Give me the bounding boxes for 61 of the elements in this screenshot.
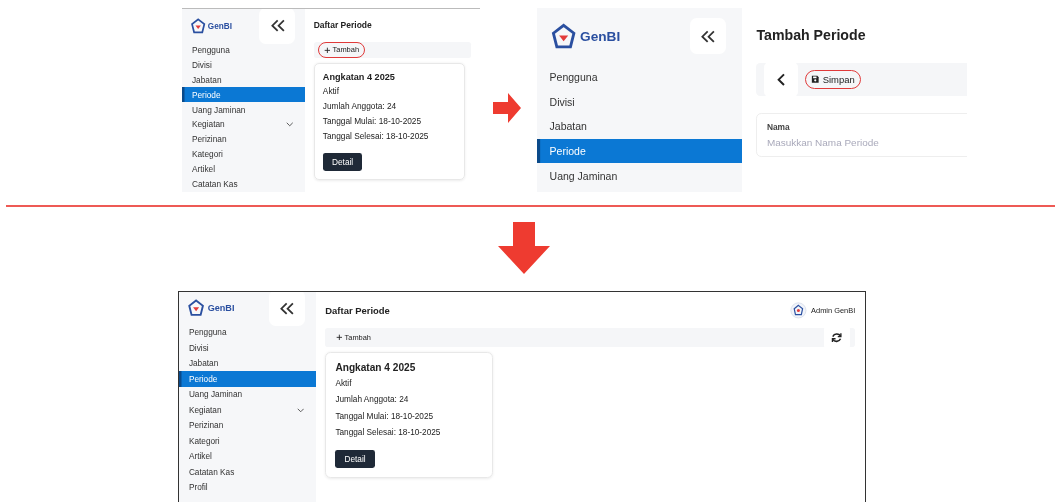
sidebar-item[interactable]: Uang Jaminan [179,387,316,403]
sidebar-item[interactable]: Divisi [182,57,305,73]
logo-icon [187,299,206,318]
collapse-button[interactable] [269,292,305,327]
info-text: Jumlah Anggota: 24 [335,394,410,407]
card-title: Angkatan 4 2025 [335,361,417,373]
sidebar-item[interactable]: Profil [179,480,316,496]
sidebar-item[interactable]: Kegiatan [179,402,316,419]
sidebar-item[interactable]: Periode [537,138,742,164]
logo-icon [549,22,577,50]
sidebar-item[interactable]: Pengguna [182,43,305,58]
sidebar-item[interactable]: Kegiatan [182,117,305,132]
card-title: Angkatan 4 2025 [322,71,396,82]
collapse-button[interactable] [259,9,296,44]
sidebar-item[interactable]: Periode [179,371,316,387]
chevron-left-icon [775,72,787,87]
plus-icon [335,334,343,341]
status-text: Aktif [322,85,340,99]
page-title: Daftar Periode [325,304,390,316]
sidebar-item[interactable]: Perizinan [179,418,316,434]
logo-icon [189,17,206,35]
collapse-button[interactable] [690,18,726,55]
info-text: Tanggal Mulai: 18-10-2025 [322,115,423,129]
down-arrow [498,222,550,274]
info-text: Tanggal Selesai: 18-10-2025 [335,426,442,439]
sidebar-item[interactable]: Divisi [179,340,316,356]
chevron-down-icon [285,122,294,127]
field-label: Nama [766,122,791,133]
logo-text: GenBI [580,28,621,44]
sidebar-item[interactable]: Pengguna [179,324,316,341]
page-title: Daftar Periode [313,20,372,31]
sidebar-item[interactable]: Periode [182,87,305,103]
sidebar-item[interactable]: Uang Jaminan [182,102,305,117]
name-field[interactable]: Masukkan Nama Periode [766,136,967,148]
sidebar-item[interactable]: Jabatan [179,355,316,372]
sidebar-item[interactable]: Kategori [179,433,316,450]
sidebar-item[interactable]: Uang Jaminan [537,163,742,189]
detail-button[interactable]: Detail [335,450,375,468]
refresh-icon [830,330,844,345]
info-text: Tanggal Mulai: 18-10-2025 [335,410,435,423]
logo-text: GenBI [207,21,232,31]
page-title: Tambah Periode [756,27,866,44]
status-text: Aktif [335,377,353,390]
sidebar-item[interactable]: Artikel [179,449,316,465]
info-text: Tanggal Selesai: 18-10-2025 [322,129,430,143]
plus-icon [323,46,331,54]
logo-text: GenBI [207,303,235,314]
sidebar-item[interactable]: Pengguna [537,64,742,90]
sidebar-item[interactable]: Catatan Kas [179,464,316,481]
sidebar-item[interactable]: Jabatan [537,114,742,139]
avatar-icon [790,301,807,319]
sidebar-item[interactable]: Artikel [182,161,305,177]
sidebar-item[interactable]: Divisi [537,89,742,115]
sidebar-item[interactable]: Jabatan [182,72,305,88]
sidebar-item[interactable]: Perizinan [182,131,305,147]
detail-button[interactable]: Detail [322,152,363,172]
sidebar-item[interactable]: Catatan Kas [182,176,305,191]
right-arrow [493,93,521,123]
chevron-down-icon [296,408,304,413]
info-text: Jumlah Anggota: 24 [322,100,398,114]
sidebar-item[interactable]: Kategori [182,146,305,162]
